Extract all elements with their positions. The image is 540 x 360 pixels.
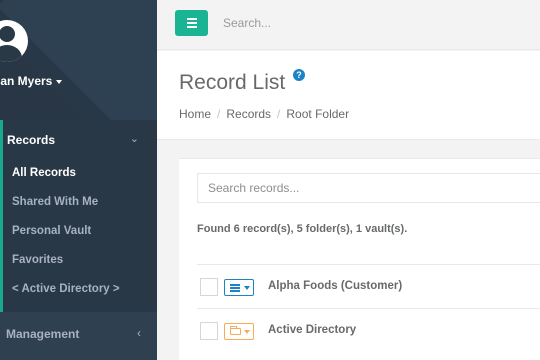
list-item[interactable]: Alpha Foods (Customer) bbox=[197, 264, 540, 308]
nav-records-section: Records ⌄ All Records Shared With Me Per… bbox=[0, 120, 157, 312]
folder-name[interactable]: Active Directory bbox=[268, 324, 356, 336]
profile-section: Ian Myers bbox=[0, 0, 157, 120]
nav-management-label: Management bbox=[6, 327, 80, 341]
avatar-body bbox=[0, 45, 22, 62]
record-type-dropdown[interactable] bbox=[224, 279, 254, 296]
avatar-head bbox=[0, 26, 15, 42]
hamburger-icon-line bbox=[187, 22, 197, 24]
breadcrumb-home[interactable]: Home bbox=[179, 107, 211, 121]
page-heading: Record List ? Home / Records / Root Folder bbox=[157, 51, 540, 140]
breadcrumb-separator: / bbox=[217, 107, 221, 121]
folder-type-dropdown[interactable] bbox=[224, 323, 254, 340]
list-icon-line bbox=[230, 290, 240, 292]
list-icon bbox=[230, 284, 240, 286]
results-summary: Found 6 record(s), 5 folder(s), 1 vault(… bbox=[197, 223, 408, 235]
list-icon-line bbox=[230, 287, 240, 289]
record-name[interactable]: Alpha Foods (Customer) bbox=[268, 280, 402, 292]
sidebar-item-favorites[interactable]: Favorites bbox=[12, 254, 63, 266]
nav-records[interactable]: Records bbox=[7, 133, 55, 147]
sidebar-item-active-directory[interactable]: < Active Directory > bbox=[12, 283, 120, 295]
breadcrumb-separator: / bbox=[277, 107, 281, 121]
sidebar-item-all-records[interactable]: All Records bbox=[12, 167, 76, 179]
records-panel: Found 6 record(s), 5 folder(s), 1 vault(… bbox=[179, 158, 540, 360]
breadcrumb: Home / Records / Root Folder bbox=[179, 107, 349, 121]
caret-down-icon bbox=[244, 330, 250, 334]
menu-toggle-button[interactable] bbox=[175, 10, 208, 36]
chevron-left-icon: ‹ bbox=[137, 326, 141, 340]
help-icon[interactable]: ? bbox=[293, 69, 305, 81]
username: Ian Myers bbox=[0, 74, 53, 88]
hamburger-icon-line bbox=[187, 26, 197, 28]
page-title: Record List bbox=[179, 71, 286, 94]
folder-icon bbox=[230, 326, 241, 335]
caret-down-icon bbox=[244, 286, 250, 290]
sidebar-item-personal-vault[interactable]: Personal Vault bbox=[12, 225, 91, 237]
global-search-input[interactable] bbox=[223, 16, 423, 30]
nav-management[interactable]: Management ‹ bbox=[0, 312, 157, 360]
chevron-down-icon[interactable]: ⌄ bbox=[130, 132, 139, 145]
user-menu-toggle[interactable]: Ian Myers bbox=[0, 74, 63, 88]
row-checkbox[interactable] bbox=[200, 278, 218, 296]
hamburger-icon-line bbox=[187, 18, 197, 20]
caret-down-icon bbox=[56, 79, 63, 84]
list-item[interactable]: Active Directory bbox=[197, 308, 540, 352]
breadcrumb-root-folder: Root Folder bbox=[286, 107, 350, 121]
sidebar-item-shared-with-me[interactable]: Shared With Me bbox=[12, 196, 98, 208]
row-checkbox[interactable] bbox=[200, 322, 218, 340]
topbar bbox=[157, 0, 540, 50]
records-search-input[interactable] bbox=[197, 173, 540, 203]
breadcrumb-records[interactable]: Records bbox=[226, 107, 271, 121]
avatar[interactable] bbox=[0, 20, 28, 62]
sidebar: Ian Myers Records ⌄ All Records Shared W… bbox=[0, 0, 157, 360]
